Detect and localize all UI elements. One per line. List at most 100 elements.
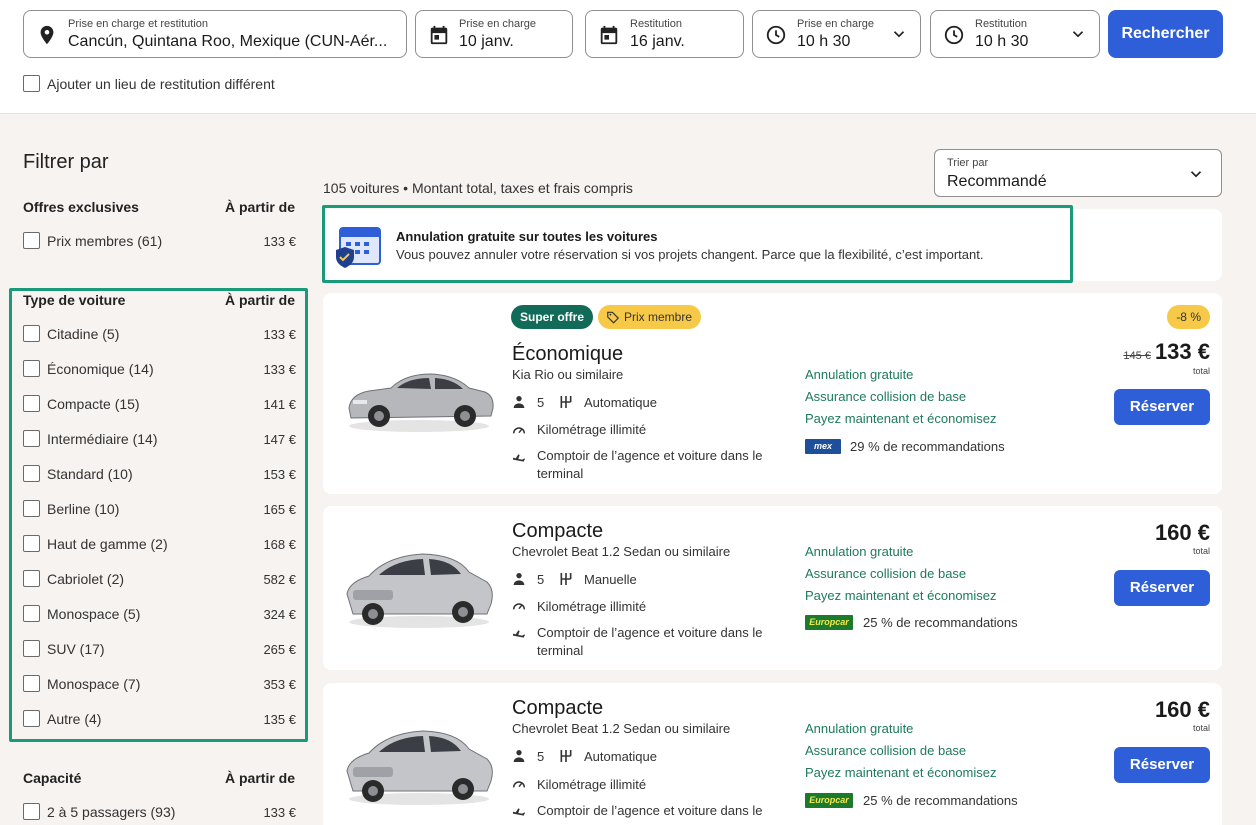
return-date-value: 16 janv. <box>630 33 685 50</box>
filter-checkbox[interactable] <box>23 675 40 692</box>
filter-price: 324 € <box>263 607 296 622</box>
notice-subtitle: Vous pouvez annuler votre réservation si… <box>396 247 984 262</box>
filter-price: 141 € <box>263 397 296 412</box>
filter-price: 133 € <box>263 362 296 377</box>
vendor-logo-europcar: Europcar <box>805 793 853 808</box>
clock-icon <box>766 25 786 45</box>
car-card[interactable]: Compacte Chevrolet Beat 1.2 Sedan ou sim… <box>323 683 1222 825</box>
reserve-button[interactable]: Réserver <box>1114 389 1210 425</box>
filter-checkbox[interactable] <box>23 232 40 249</box>
current-price: 160 € <box>1154 520 1210 545</box>
filter-checkbox[interactable] <box>23 360 40 377</box>
calendar-icon <box>430 25 448 45</box>
filter-label: Citadine (5) <box>47 326 120 342</box>
benefit-free-cancellation: Annulation gratuite <box>805 367 914 382</box>
return-time-field[interactable]: Restitution 10 h 30 <box>930 10 1100 58</box>
filter-checkbox[interactable] <box>23 465 40 482</box>
location-field[interactable]: Prise en charge et restitution Cancún, Q… <box>23 10 407 58</box>
filter-price: 168 € <box>263 537 296 552</box>
transmission: Automatique <box>584 749 657 764</box>
return-time-value: 10 h 30 <box>975 33 1029 50</box>
pickup-time-value: 10 h 30 <box>797 33 851 50</box>
calendar-icon <box>600 25 618 45</box>
filter-checkbox[interactable] <box>23 325 40 342</box>
filter-label: Économique (14) <box>47 361 154 377</box>
filter-price: 135 € <box>263 712 296 727</box>
discount-badge: -8 % <box>1167 305 1210 329</box>
plane-icon <box>512 808 526 816</box>
return-date-field[interactable]: Restitution 16 janv. <box>585 10 744 58</box>
chevron-down-icon <box>1072 31 1084 38</box>
filter-checkbox[interactable] <box>23 605 40 622</box>
filter-price: 265 € <box>263 642 296 657</box>
speedometer-icon <box>512 603 526 610</box>
price: 145 €133 € <box>1123 339 1210 365</box>
pickup-date-value: 10 janv. <box>459 33 514 50</box>
pickup-time-field[interactable]: Prise en charge 10 h 30 <box>752 10 921 58</box>
pickup-date-field[interactable]: Prise en charge 10 janv. <box>415 10 573 58</box>
filter-checkbox[interactable] <box>23 570 40 587</box>
filter-checkbox[interactable] <box>23 640 40 657</box>
search-button[interactable]: Rechercher <box>1108 10 1223 58</box>
sort-select[interactable]: Trier par Recommandé <box>934 149 1222 197</box>
car-model: Chevrolet Beat 1.2 Sedan ou similaire <box>512 544 731 559</box>
reserve-button[interactable]: Réserver <box>1114 747 1210 783</box>
filter-label: Compacte (15) <box>47 396 140 412</box>
benefit-collision-insurance: Assurance collision de base <box>805 566 967 581</box>
mileage: Kilométrage illimité <box>537 422 647 437</box>
filter-label: Standard (10) <box>47 466 133 482</box>
vendor-logo-mex: mex <box>805 439 841 454</box>
filter-label: Haut de gamme (2) <box>47 536 168 552</box>
seats-count: 5 <box>537 572 545 587</box>
location-value: Cancún, Quintana Roo, Mexique (CUN-Aér..… <box>68 33 388 50</box>
gearbox-icon <box>560 396 572 408</box>
car-image <box>346 553 493 628</box>
plane-icon <box>512 630 526 638</box>
recommendation: 25 % de recommandations <box>863 615 1018 630</box>
filter-checkbox[interactable] <box>23 535 40 552</box>
sort-value: Recommandé <box>947 173 1047 190</box>
car-image <box>346 730 493 805</box>
benefit-pay-now: Payez maintenant et économisez <box>805 765 997 780</box>
current-price: 133 € <box>1154 339 1210 364</box>
transmission: Manuelle <box>584 572 637 587</box>
reserve-button[interactable]: Réserver <box>1114 570 1210 606</box>
car-category: Compacte <box>512 520 604 542</box>
total-label: total <box>1192 723 1210 733</box>
filter-price: 165 € <box>263 502 296 517</box>
filter-checkbox[interactable] <box>23 710 40 727</box>
transmission: Automatique <box>584 395 657 410</box>
car-model: Kia Rio ou similaire <box>512 367 624 382</box>
filter-checkbox[interactable] <box>23 430 40 447</box>
capacity-from-heading: À partir de <box>225 770 296 786</box>
chevron-down-icon <box>893 31 905 38</box>
mileage: Kilométrage illimité <box>537 777 647 792</box>
recommendation: 29 % de recommandations <box>850 439 1005 454</box>
notice-highlight <box>322 205 1073 283</box>
filter-checkbox[interactable] <box>23 803 40 820</box>
car-type-from-heading: À partir de <box>225 292 296 308</box>
seats-count: 5 <box>537 749 545 764</box>
benefit-collision-insurance: Assurance collision de base <box>805 743 967 758</box>
filter-price: 133 € <box>263 327 296 342</box>
benefit-collision-insurance: Assurance collision de base <box>805 389 967 404</box>
filter-price: 582 € <box>263 572 296 587</box>
car-category: Économique <box>512 343 624 365</box>
pickup-date-label: Prise en charge <box>459 18 537 30</box>
filter-price: 133 € <box>263 234 296 249</box>
current-price: 160 € <box>1154 697 1210 722</box>
benefit-free-cancellation: Annulation gratuite <box>805 721 914 736</box>
recommendation: 25 % de recommandations <box>863 793 1018 808</box>
search-bar: Prise en charge et restitution Cancún, Q… <box>0 0 1256 114</box>
filter-checkbox[interactable] <box>23 500 40 517</box>
filter-checkbox[interactable] <box>23 395 40 412</box>
sort-label: Trier par <box>947 157 989 169</box>
car-image <box>348 373 494 432</box>
filter-title: Filtrer par <box>23 151 109 173</box>
car-card[interactable]: Compacte Chevrolet Beat 1.2 Sedan ou sim… <box>323 506 1222 670</box>
counter-info: Comptoir de l’agence et voiture dans le <box>537 803 763 818</box>
clock-icon <box>944 25 964 45</box>
different-return-checkbox[interactable] <box>23 75 40 92</box>
different-return-label: Ajouter un lieu de restitution différent <box>47 76 275 92</box>
car-card[interactable]: Super offre Prix membre -8 % Économique … <box>323 293 1222 494</box>
